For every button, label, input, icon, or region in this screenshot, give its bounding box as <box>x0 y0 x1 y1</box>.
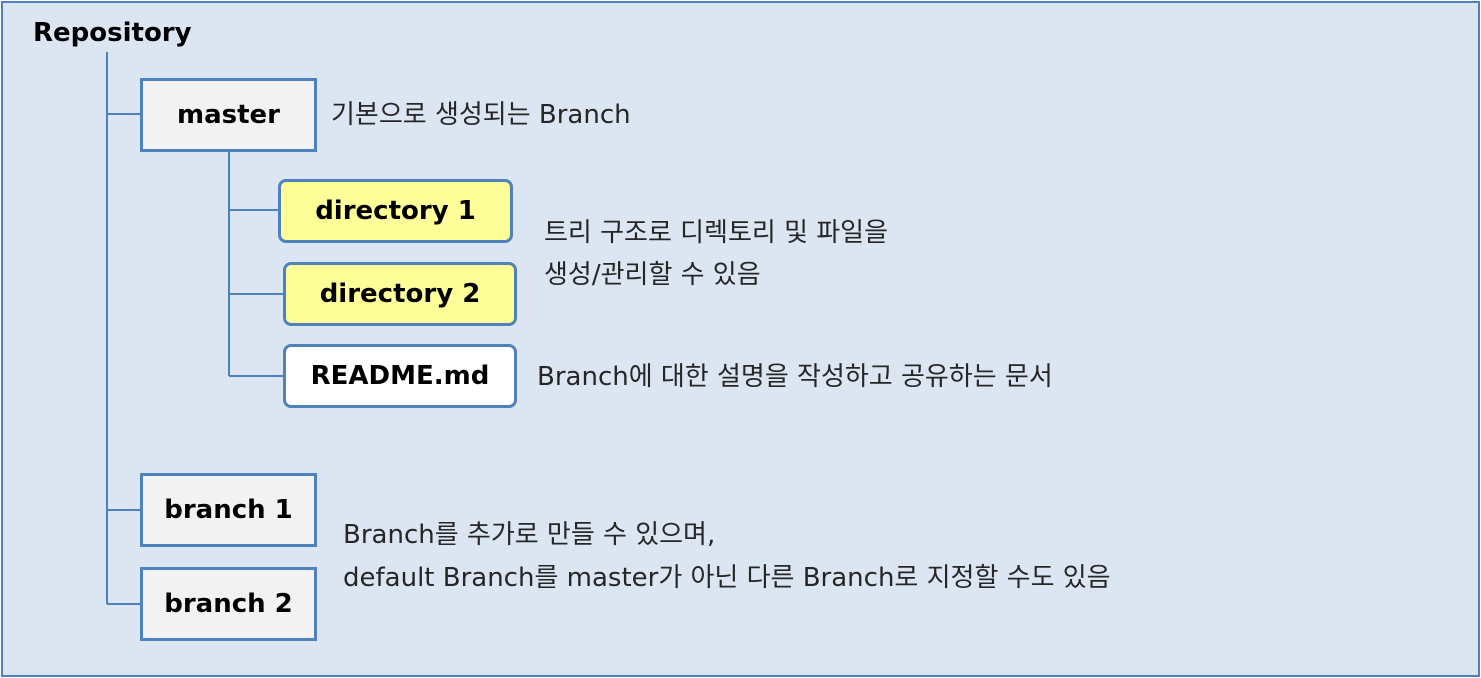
branches-note-line1: Branch를 추가로 만들 수 있으며, <box>343 520 716 550</box>
directory-2-node: directory 2 <box>283 262 517 326</box>
readme-note: Branch에 대한 설명을 작성하고 공유하는 문서 <box>537 362 1053 392</box>
directory-2-label: directory 2 <box>319 279 481 309</box>
branch-1-label: branch 1 <box>164 495 293 525</box>
branch-2-label: branch 2 <box>164 589 293 619</box>
directory-1-label: directory 1 <box>315 196 476 226</box>
branches-note-line2: default Branch를 master가 아닌 다른 Branch로 지정… <box>343 563 1111 593</box>
repository-label: Repository <box>33 18 192 48</box>
tree-note-line1: 트리 구조로 디렉토리 및 파일을 <box>544 218 889 248</box>
branch-2-node: branch 2 <box>140 567 317 641</box>
master-note: 기본으로 생성되는 Branch <box>331 100 631 130</box>
readme-file-label: README.md <box>310 361 490 391</box>
master-branch-node: master <box>140 78 317 152</box>
master-branch-label: master <box>177 100 280 130</box>
tree-note-line2: 생성/관리할 수 있음 <box>544 260 761 290</box>
branch-1-node: branch 1 <box>140 473 317 547</box>
readme-file-node: README.md <box>283 344 517 408</box>
directory-1-node: directory 1 <box>278 179 513 243</box>
